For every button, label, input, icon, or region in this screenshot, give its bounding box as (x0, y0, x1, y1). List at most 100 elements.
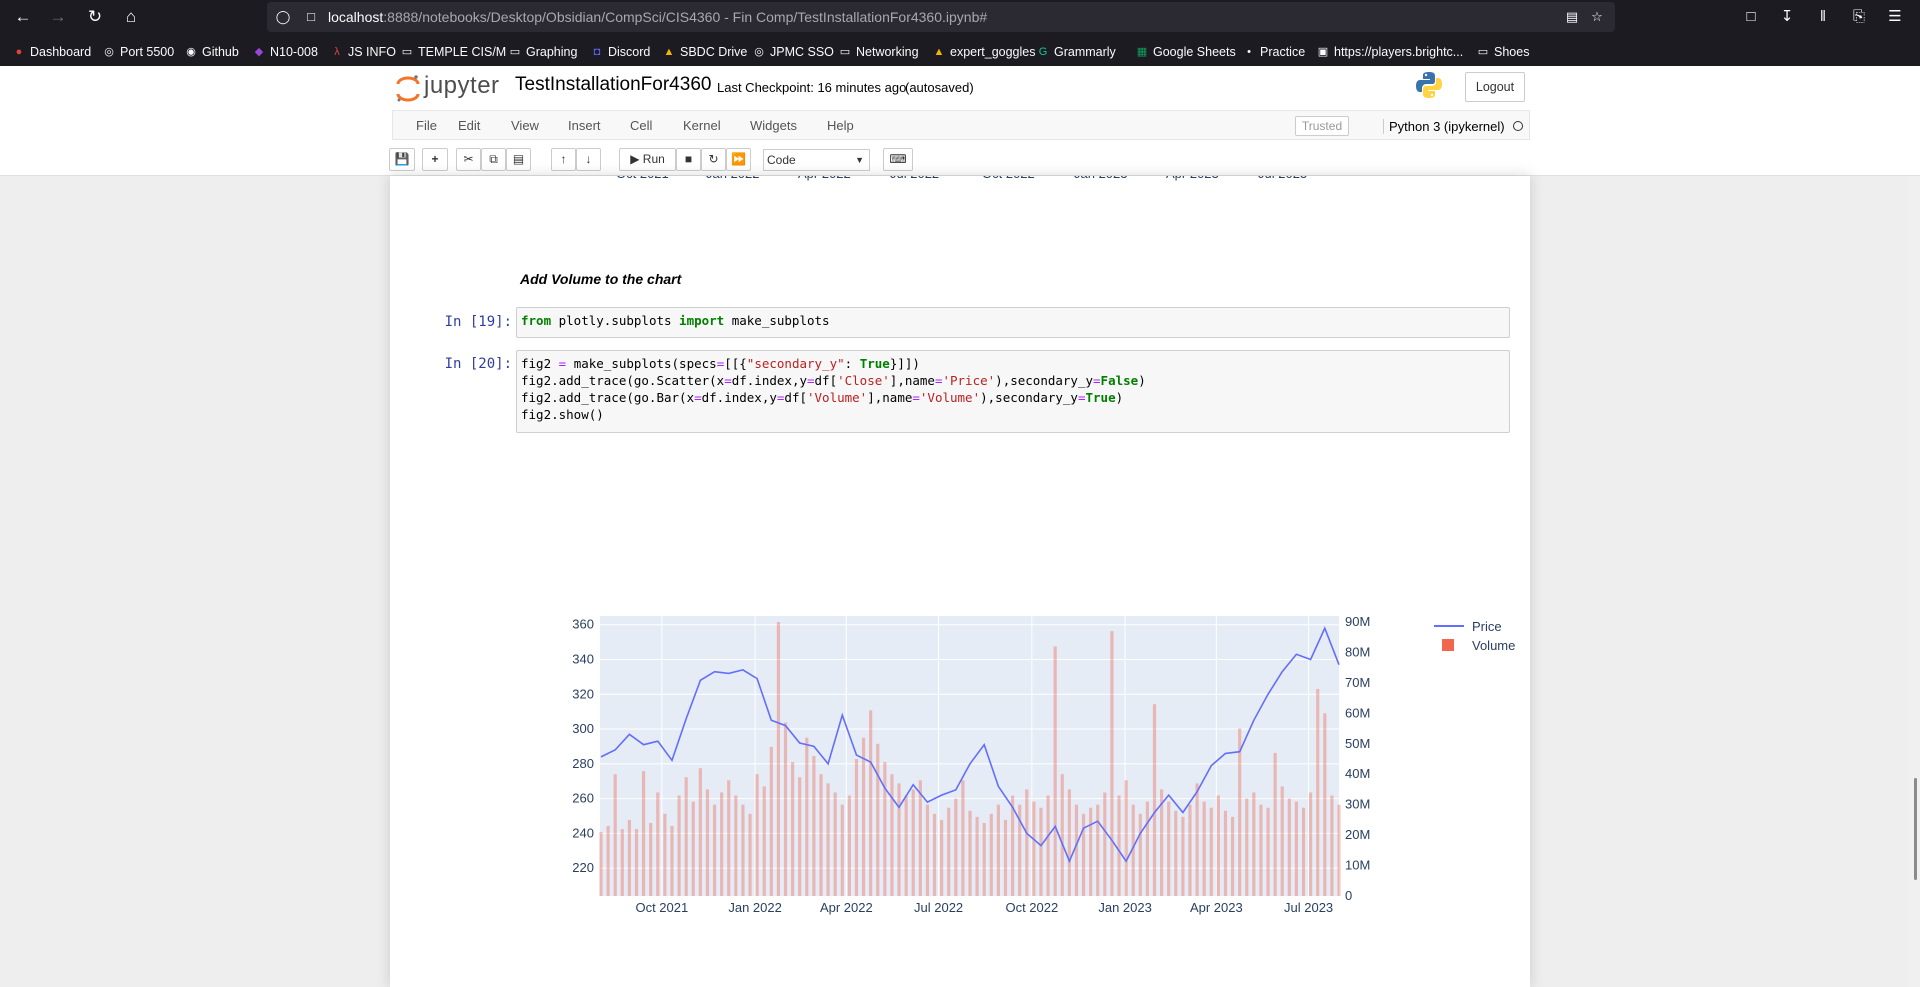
forward-arrow-icon[interactable]: → (45, 5, 71, 29)
extensions-icon[interactable]: ⎘ (1847, 5, 1871, 29)
volume-bar (869, 710, 873, 896)
legend-price-label: Price (1472, 619, 1502, 634)
menu-widgets[interactable]: Widgets (750, 118, 797, 133)
kernel-name[interactable]: Python 3 (ipykernel) (1383, 119, 1505, 134)
bookmark-item[interactable]: G Grammarly (1036, 42, 1116, 62)
bookmark-item[interactable]: ▲ expert_goggles (932, 42, 1036, 62)
trusted-badge[interactable]: Trusted (1295, 116, 1349, 136)
globe-icon: ◎ (104, 46, 114, 58)
bookmark-item[interactable]: ◉ Github (184, 42, 239, 62)
url-host: localhost (328, 9, 384, 25)
menu-edit[interactable]: Edit (458, 118, 480, 133)
download-icon[interactable]: ↧ (1775, 5, 1799, 29)
run-button[interactable]: ▶ Run (619, 148, 676, 171)
address-bar[interactable]: ◯ □ localhost:8888/notebooks/Desktop/Obs… (267, 2, 1615, 32)
bookmark-item[interactable]: ▭ Networking (838, 42, 919, 62)
bulb-icon: • (1247, 46, 1251, 58)
move-down-icon[interactable]: ↓ (576, 148, 601, 171)
volume-bar (1323, 713, 1327, 896)
bookmark-item[interactable]: ◆ N10-008 (252, 42, 318, 62)
library-icon[interactable]: ‖ (1811, 5, 1835, 29)
volume-bar (1138, 813, 1142, 896)
bookmark-item[interactable]: ◘ Discord (590, 42, 651, 62)
volume-bar (911, 789, 915, 896)
menu-file[interactable]: File (416, 118, 437, 133)
keyboard-icon[interactable]: ⌨ (883, 148, 913, 171)
bookmark-item[interactable]: • Practice (1242, 42, 1305, 62)
volume-bar (656, 792, 660, 896)
menu-hamburger-icon[interactable]: ☰ (1883, 5, 1907, 29)
home-icon[interactable]: ⌂ (118, 5, 144, 29)
volume-bar (833, 792, 837, 896)
copy-icon[interactable]: ⧉ (481, 148, 506, 171)
price-volume-chart[interactable]: 220 240 260 280 300 320 340 360 0 10M 20M 30M 40M 50M… (520, 526, 1520, 916)
code-cell-20[interactable]: fig2 = make_subplots(specs=[[{"secondary… (516, 350, 1510, 433)
menu-cell[interactable]: Cell (630, 118, 652, 133)
move-up-icon[interactable]: ↑ (551, 148, 576, 171)
reader-view-icon[interactable]: ▤ (1564, 9, 1580, 25)
bookmark-item[interactable]: ◎ Port 5500 (102, 42, 174, 62)
volume-bar (819, 774, 823, 896)
volume-bar (805, 737, 809, 896)
page-info-icon[interactable]: □ (303, 9, 319, 25)
menu-view[interactable]: View (511, 118, 539, 133)
drive-icon: ▲ (663, 46, 675, 58)
volume-bar (826, 783, 830, 896)
volume-bar (734, 795, 738, 896)
cell-type-select[interactable]: Code ▼ (763, 149, 870, 171)
volume-bar (989, 813, 993, 896)
volume-bar (1223, 810, 1228, 896)
volume-bar (620, 829, 624, 896)
reload-icon[interactable]: ↻ (82, 5, 108, 29)
prev-tick-label: Jul 2022 (890, 176, 939, 181)
bookmark-item[interactable]: ◎ JPMC SSO (752, 42, 834, 62)
pocket-icon[interactable]: □ (1739, 5, 1763, 29)
volume-bar (1053, 646, 1057, 896)
paste-icon[interactable]: ▤ (506, 148, 531, 171)
code-cell-19[interactable]: from plotly.subplots import make_subplot… (516, 307, 1510, 338)
volume-bar (663, 813, 667, 896)
volume-bar (798, 777, 802, 896)
menu-insert[interactable]: Insert (568, 118, 601, 133)
stop-icon[interactable]: ■ (676, 148, 701, 171)
x-tick-label: Oct 2021 (635, 900, 688, 915)
url-text[interactable]: localhost:8888/notebooks/Desktop/Obsidia… (328, 9, 987, 25)
output-chart[interactable]: 220 240 260 280 300 320 340 360 0 10M 20M 30M 40M 50M… (520, 526, 1520, 916)
cut-icon[interactable]: ✂ (456, 148, 481, 171)
bookmark-item[interactable]: ▭ TEMPLE CIS/M (400, 42, 506, 62)
insert-cell-icon[interactable]: + (422, 148, 448, 171)
menu-help[interactable]: Help (827, 118, 854, 133)
bookmark-item[interactable]: λ JS INFO (330, 42, 396, 62)
x-tick-label: Apr 2022 (820, 900, 873, 915)
bookmark-item[interactable]: ▣ https://players.brightc... (1316, 42, 1463, 62)
bookmark-star-icon[interactable]: ☆ (1589, 9, 1605, 25)
volume-bar (904, 795, 908, 896)
bookmark-item[interactable]: ▭ Shoes (1476, 42, 1530, 62)
volume-bar (996, 804, 1000, 896)
volume-bar (634, 829, 639, 896)
volume-bar (1301, 807, 1306, 896)
back-arrow-icon[interactable]: ← (10, 5, 36, 29)
save-icon[interactable]: 💾 (389, 148, 415, 171)
prev-tick-label: Apr 2023 (1166, 176, 1219, 181)
menu-bar: File Edit View Insert Cell Kernel Widget… (392, 110, 1530, 140)
volume-bar (1280, 786, 1284, 896)
logout-button[interactable]: Logout (1465, 72, 1525, 102)
bookmark-item[interactable]: ▦ Google Sheets (1135, 42, 1236, 62)
scrollbar-thumb[interactable] (1914, 778, 1917, 880)
bookmark-item[interactable]: ▲ SBDC Drive (662, 42, 748, 62)
volume-bar (1294, 801, 1299, 896)
jupyter-wordmark[interactable]: jupyter (424, 72, 500, 100)
bookmark-label: Google Sheets (1153, 45, 1236, 59)
volume-bar (1117, 795, 1121, 896)
restart-icon[interactable]: ↻ (701, 148, 726, 171)
bookmark-item[interactable]: ▭ Graphing (508, 42, 578, 62)
menu-kernel[interactable]: Kernel (683, 118, 721, 133)
shield-icon[interactable]: ◯ (275, 9, 291, 25)
fast-forward-icon[interactable]: ⏩ (726, 148, 751, 171)
x-tick-label: Jul 2022 (914, 900, 963, 915)
volume-bar (961, 780, 965, 896)
y2-tick-label: 80M (1345, 644, 1370, 659)
bookmark-item[interactable]: ● Dashboard (12, 42, 91, 62)
notebook-name[interactable]: TestInstallationFor4360 (515, 74, 711, 96)
